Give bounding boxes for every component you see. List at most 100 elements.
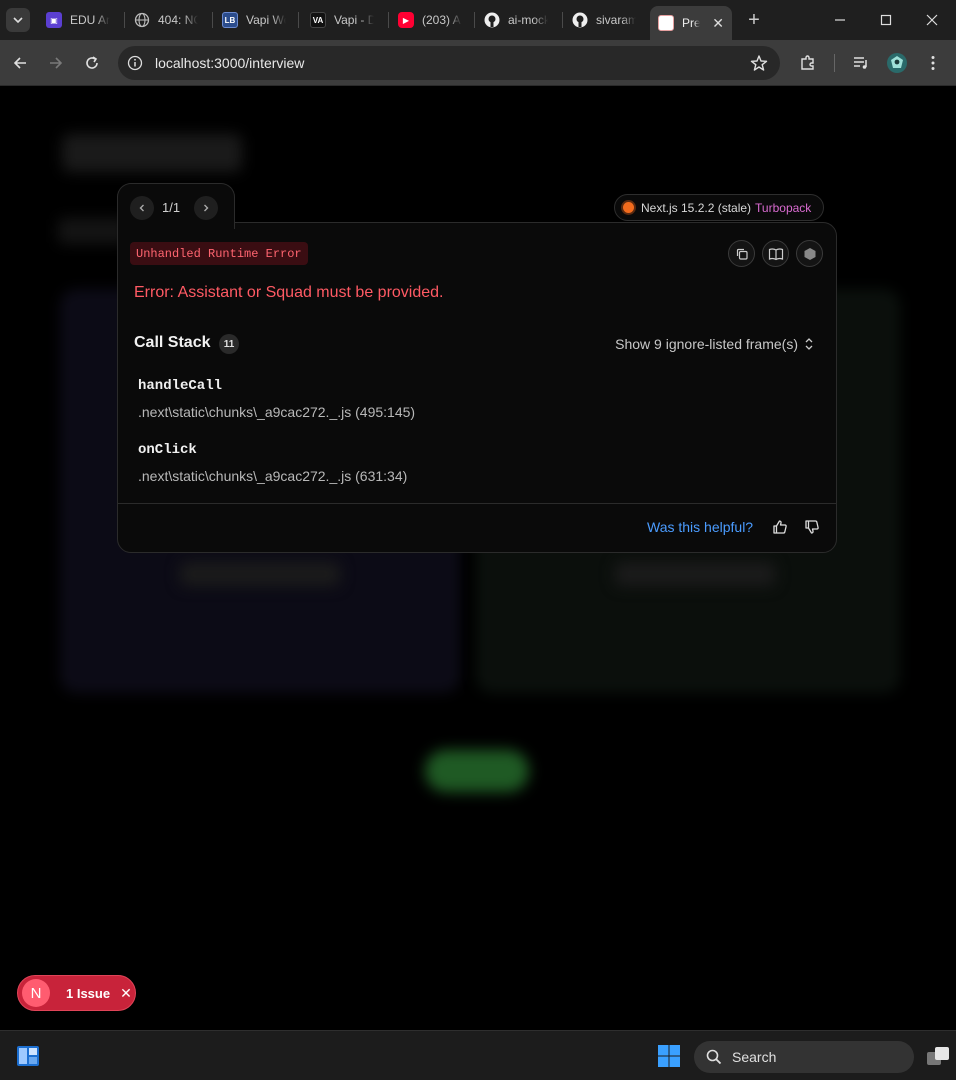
playlist-icon: [854, 57, 867, 69]
back-button[interactable]: [7, 50, 33, 76]
tab-divider: [124, 12, 125, 28]
nextjs-version-badge[interactable]: Next.js 15.2.2 (stale) Turbopack: [614, 194, 824, 221]
maximize-button[interactable]: [863, 0, 909, 40]
github-icon: [484, 12, 500, 28]
previous-error-button[interactable]: [130, 196, 154, 220]
tab-github-ai-mock[interactable]: ai-mock: [476, 6, 562, 34]
widgets-icon: [17, 1046, 39, 1066]
profile-avatar[interactable]: [884, 50, 910, 76]
vapi-text-icon: VA: [310, 12, 326, 28]
site-info-icon[interactable]: [126, 54, 144, 72]
youtube-icon: ▶: [398, 12, 414, 28]
chevron-down-icon: [13, 17, 23, 24]
blurred-label-right: [615, 562, 775, 586]
tab-label: 404: NC: [158, 13, 198, 27]
tab-youtube[interactable]: ▶ (203) AI: [390, 6, 474, 34]
tab-label: sivaram: [596, 13, 636, 27]
task-view-icon: [927, 1047, 949, 1065]
nodejs-hexagon-icon: [804, 247, 815, 260]
nextjs-issue-badge[interactable]: N 1 Issue ✕: [17, 975, 136, 1011]
minimize-icon: [835, 19, 845, 21]
next-error-button[interactable]: [194, 196, 218, 220]
globe-icon: [134, 12, 150, 28]
new-tab-button[interactable]: +: [742, 8, 766, 32]
arrow-right-icon: [50, 57, 63, 69]
blurred-call-button: [425, 750, 529, 792]
tab-search-button[interactable]: [6, 8, 30, 32]
thumbs-up-icon: [773, 520, 787, 534]
dismiss-issue-icon[interactable]: ✕: [120, 985, 132, 1002]
bookmark-star-icon[interactable]: [750, 54, 768, 72]
tab-github-sivaram[interactable]: sivaram: [564, 6, 650, 34]
more-vertical-icon: [931, 56, 935, 70]
stack-frame-location[interactable]: .next\static\chunks\_a9cac272._.js (631:…: [138, 468, 407, 484]
chevron-left-icon: [139, 204, 144, 212]
url-text[interactable]: localhost:3000/interview: [155, 55, 304, 71]
search-label: Search: [732, 1049, 777, 1065]
avatar-icon: [887, 53, 907, 73]
extensions-button[interactable]: [795, 50, 821, 76]
tab-divider: [212, 12, 213, 28]
tab-vapi-docs[interactable]: VA Vapi - D: [302, 6, 388, 34]
prepwise-icon: [658, 15, 674, 31]
copy-error-button[interactable]: [728, 240, 755, 267]
plus-icon: +: [748, 8, 760, 31]
stack-frame-function: handleCall: [138, 378, 223, 394]
puzzle-icon: [801, 55, 814, 70]
blurred-heading: [62, 134, 242, 172]
start-button[interactable]: [657, 1044, 681, 1068]
reload-button[interactable]: [79, 50, 105, 76]
thumbs-down-icon: [805, 520, 819, 534]
bundler-name: Turbopack: [755, 200, 812, 215]
close-window-button[interactable]: [909, 0, 955, 40]
browser-toolbar: localhost:3000/interview: [0, 40, 956, 86]
taskbar-search[interactable]: Search: [694, 1041, 914, 1073]
tab-divider: [388, 12, 389, 28]
stale-status-dot-icon: [623, 202, 634, 213]
vapi-logo-icon: LB: [222, 12, 238, 28]
tab-close-icon[interactable]: ✕: [712, 15, 724, 32]
tab-404[interactable]: 404: NC: [126, 6, 212, 34]
thumbs-down-button[interactable]: [801, 516, 823, 538]
nodejs-inspector-button[interactable]: [796, 240, 823, 267]
chevron-right-icon: [204, 204, 209, 212]
widgets-button[interactable]: [16, 1044, 40, 1068]
tab-label: ai-mock: [508, 13, 548, 27]
task-view-button[interactable]: [926, 1045, 950, 1067]
tab-prepwise-active[interactable]: Pre ✕: [650, 6, 732, 40]
tab-edu[interactable]: ▣ EDU Ar: [38, 6, 122, 34]
maximize-icon: [880, 14, 892, 26]
search-icon: [706, 1049, 722, 1065]
toolbar-divider: [834, 54, 835, 72]
blurred-label-left: [180, 562, 340, 586]
ignore-listed-label: Show 9 ignore-listed frame(s): [615, 336, 798, 352]
tab-label: Vapi Wo: [246, 13, 286, 27]
address-bar[interactable]: localhost:3000/interview: [118, 46, 780, 80]
minimize-button[interactable]: [817, 0, 863, 40]
forward-button[interactable]: [43, 50, 69, 76]
dialog-footer-divider: [118, 503, 836, 504]
tab-label: Pre: [682, 16, 701, 30]
thumbs-up-button[interactable]: [769, 516, 791, 538]
call-stack-title: Call Stack: [134, 334, 211, 351]
tab-label: Vapi - D: [334, 13, 374, 27]
copy-icon: [736, 248, 748, 260]
error-message: Error: Assistant or Squad must be provid…: [134, 284, 444, 301]
show-ignore-listed-toggle[interactable]: Show 9 ignore-listed frame(s): [615, 336, 814, 352]
windows-logo-icon: [658, 1045, 680, 1067]
call-stack-count-badge: 11: [219, 334, 239, 354]
chevron-up-down-icon: [805, 338, 813, 350]
tab-strip: ▣ EDU Ar 404: NC LB Vapi Wo VA Vapi - D …: [0, 0, 956, 40]
edu-icon: ▣: [46, 12, 62, 28]
os-taskbar: Search: [0, 1030, 956, 1080]
tab-label: (203) AI: [422, 13, 462, 27]
stack-frame-location[interactable]: .next\static\chunks\_a9cac272._.js (495:…: [138, 404, 415, 420]
tab-vapi-workflows[interactable]: LB Vapi Wo: [214, 6, 300, 34]
browser-menu-button[interactable]: [920, 50, 946, 76]
book-open-icon: [768, 247, 783, 260]
tab-divider: [298, 12, 299, 28]
error-pagination: 1/1: [117, 183, 235, 229]
media-controls-button[interactable]: [848, 50, 874, 76]
docs-button[interactable]: [762, 240, 789, 267]
issue-count-label[interactable]: 1 Issue: [66, 986, 110, 1001]
